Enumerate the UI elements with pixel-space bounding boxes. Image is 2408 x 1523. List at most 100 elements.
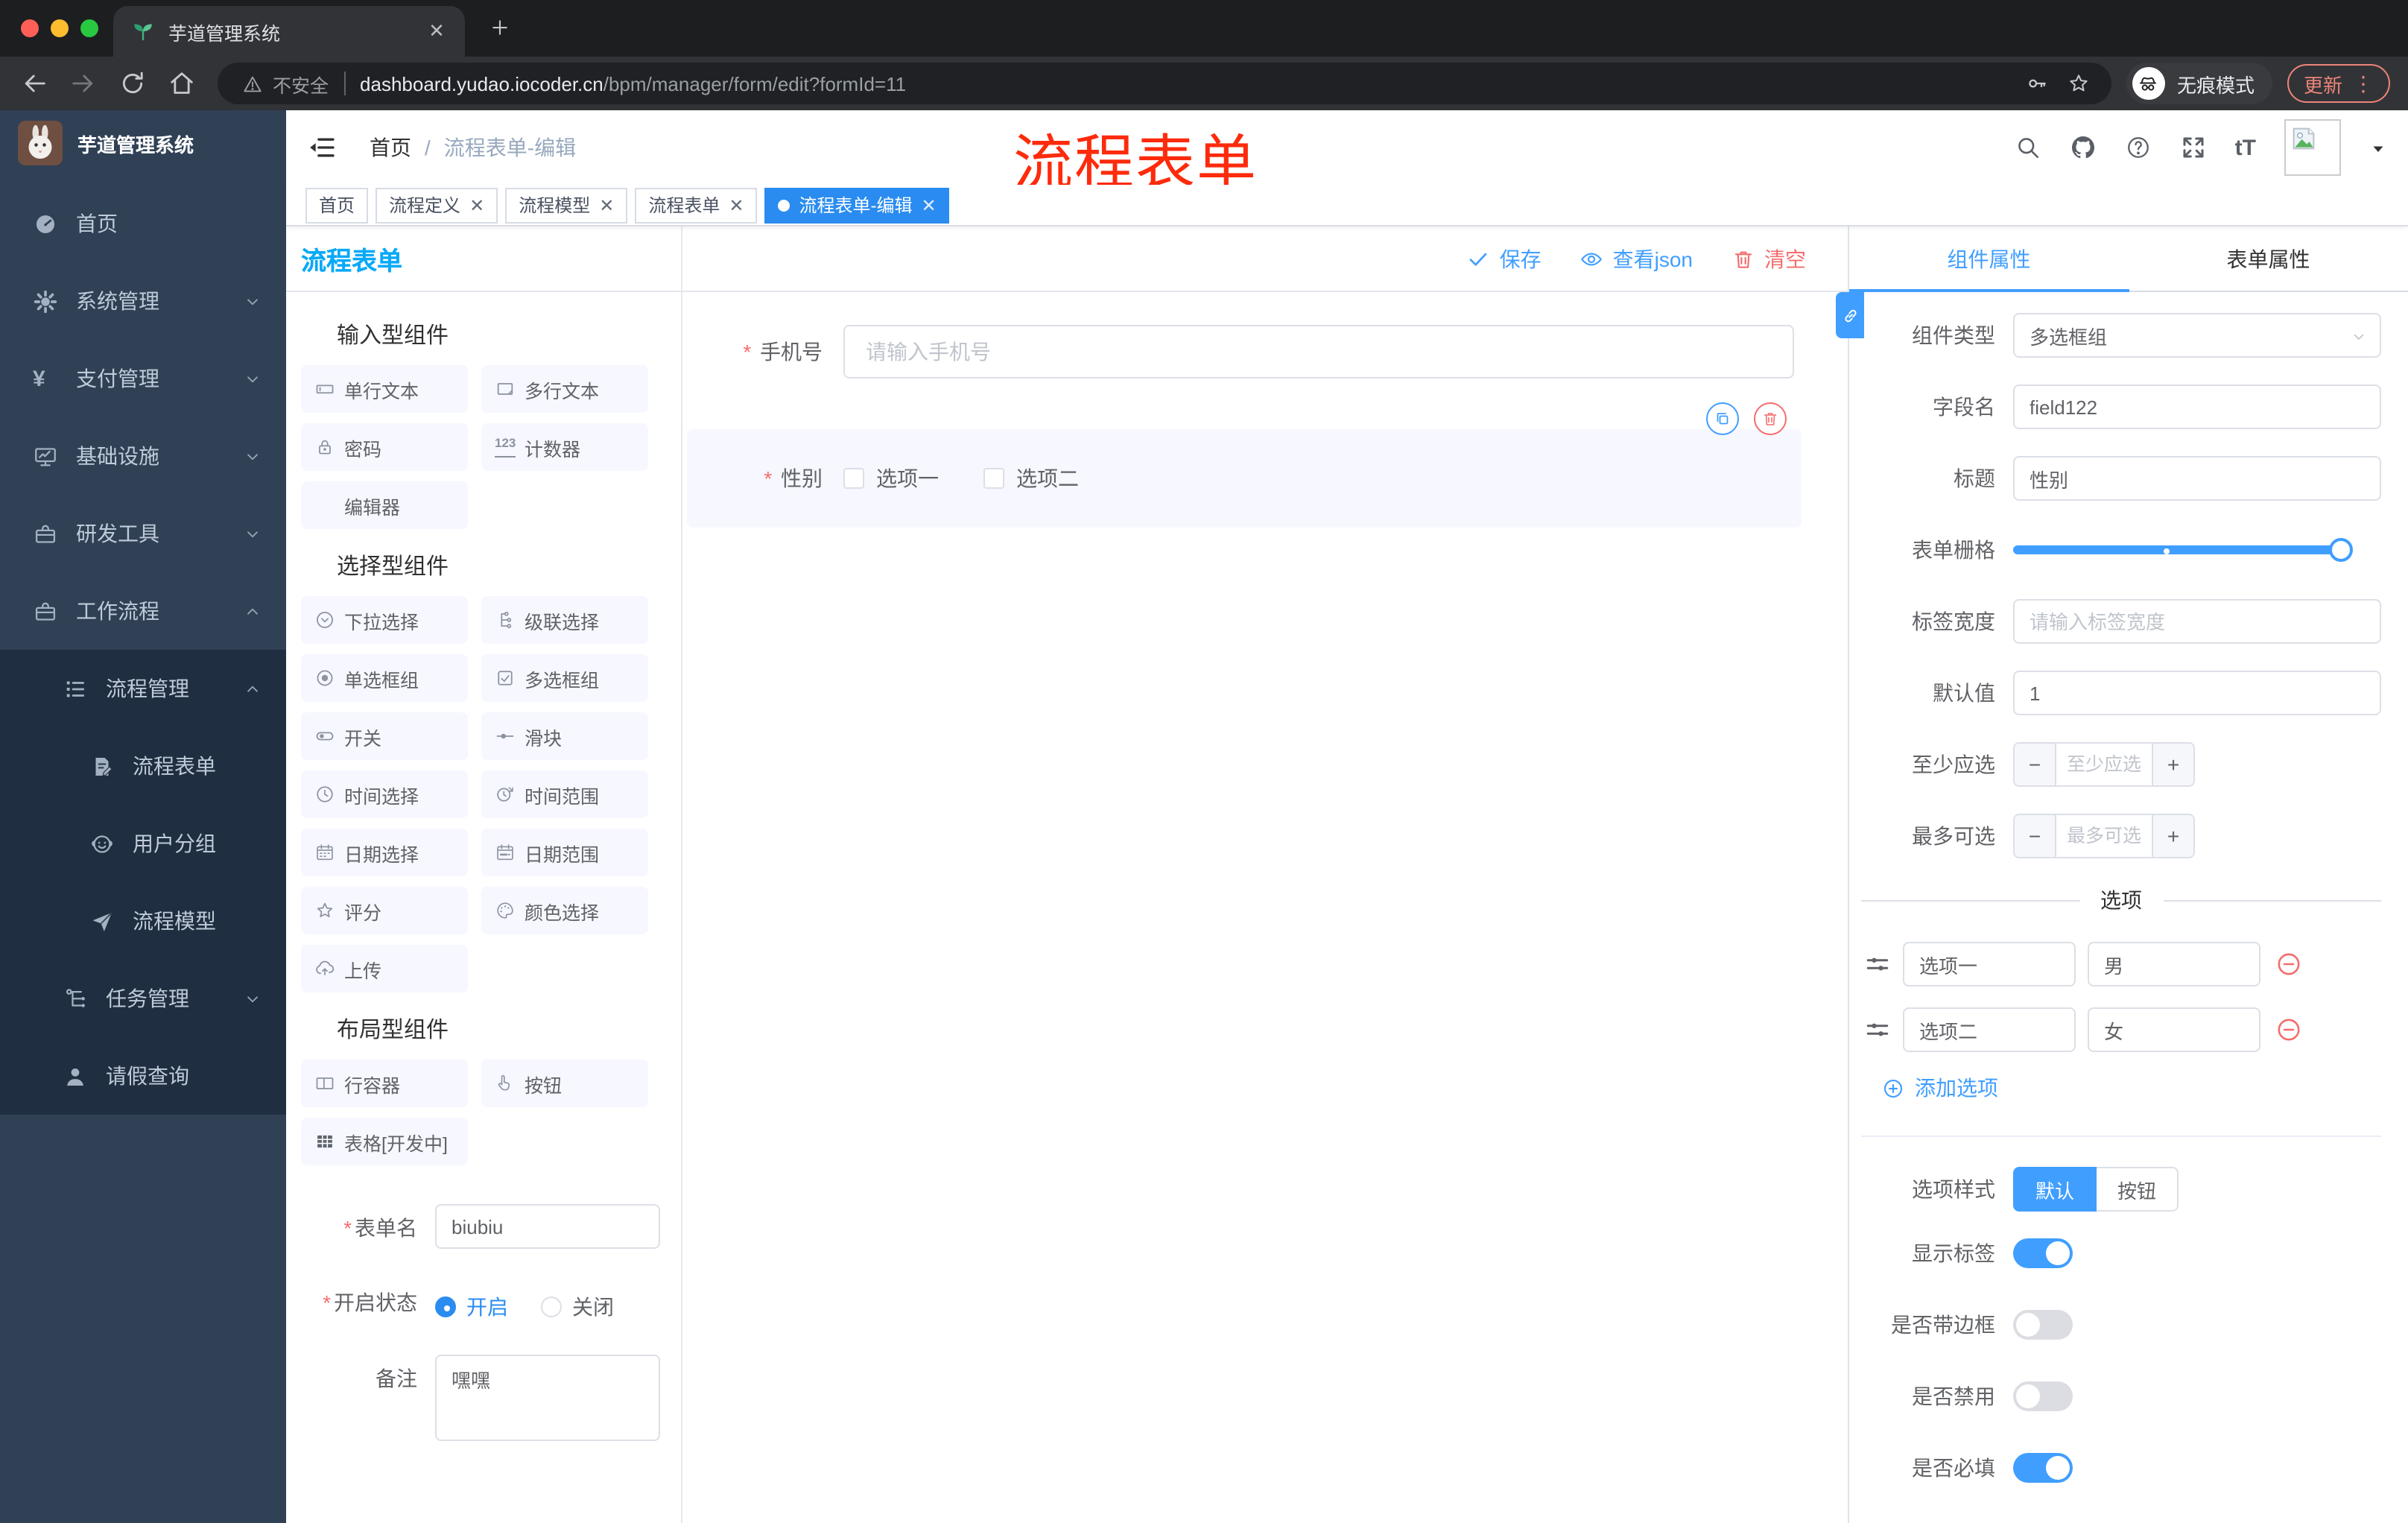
option-label-input[interactable]: [1903, 1007, 2076, 1052]
new-tab-button[interactable]: [480, 12, 519, 51]
back-icon[interactable]: [19, 69, 49, 98]
fullscreen-icon[interactable]: [2180, 134, 2207, 161]
minus-button[interactable]: −: [2015, 744, 2056, 785]
sidebar-item-home[interactable]: 首页: [0, 185, 286, 262]
sidebar-item-process-form[interactable]: 流程表单: [0, 727, 286, 805]
status-radio-开启[interactable]: 开启: [435, 1292, 508, 1322]
avatar[interactable]: [2284, 119, 2341, 176]
component-tile-多选框组[interactable]: 多选框组: [481, 654, 648, 702]
default-value-input[interactable]: [2013, 671, 2381, 715]
tag-流程表单[interactable]: 流程表单 ✕: [635, 187, 758, 223]
checkbox[interactable]: [843, 468, 864, 489]
sidebar-item-devtools[interactable]: 研发工具: [0, 495, 286, 572]
help-icon[interactable]: [2125, 134, 2152, 161]
sidebar-item-leave-query[interactable]: 请假查询: [0, 1037, 286, 1115]
component-tile-评分[interactable]: 评分: [301, 887, 468, 934]
status-radio-关闭[interactable]: 关闭: [541, 1292, 614, 1322]
component-tile-编辑器[interactable]: 编辑器: [301, 481, 468, 529]
form-grid-slider[interactable]: [2013, 528, 2353, 572]
component-tile-时间选择[interactable]: 时间选择: [301, 770, 468, 818]
url-bar[interactable]: 不安全 dashboard.yudao.iocoder.cn /bpm/mana…: [218, 63, 2111, 104]
window-controls[interactable]: [21, 19, 98, 37]
component-tile-多行文本[interactable]: 多行文本: [481, 365, 648, 413]
minus-button[interactable]: −: [2015, 815, 2056, 857]
style-button-按钮[interactable]: 按钮: [2097, 1167, 2179, 1212]
maximize-window-button[interactable]: [80, 19, 98, 37]
checkbox-option-选项一[interactable]: 选项一: [843, 463, 939, 493]
title-input[interactable]: [2013, 456, 2381, 501]
sidebar-item-payment[interactable]: ¥ 支付管理: [0, 340, 286, 417]
tab-表单属性[interactable]: 表单属性: [2129, 227, 2408, 291]
component-tile-密码[interactable]: 密码: [301, 423, 468, 471]
tag-close-icon[interactable]: ✕: [599, 194, 614, 215]
phone-input[interactable]: [843, 325, 1794, 379]
canvas-body[interactable]: * 手机号 * 性别 选项一 选项二: [682, 292, 1848, 1523]
save-button[interactable]: 保存: [1467, 244, 1542, 273]
form-remark-textarea[interactable]: 嘿嘿: [435, 1355, 660, 1441]
sidebar-item-process-mgmt[interactable]: 流程管理: [0, 650, 286, 727]
view-json-button[interactable]: 查看json: [1580, 244, 1693, 273]
checkbox[interactable]: [983, 468, 1004, 489]
component-tile-时间范围[interactable]: 时间范围: [481, 770, 648, 818]
gender-field-selected[interactable]: * 性别 选项一 选项二: [687, 402, 1802, 528]
sidebar-item-workflow[interactable]: 工作流程: [0, 572, 286, 650]
style-button-默认[interactable]: 默认: [2013, 1167, 2097, 1212]
min-select-input[interactable]: [2056, 744, 2152, 785]
component-tile-单行文本[interactable]: 单行文本: [301, 365, 468, 413]
component-tile-上传[interactable]: 上传: [301, 945, 468, 992]
tag-流程表单-编辑[interactable]: 流程表单-编辑 ✕: [764, 187, 950, 223]
component-tile-计数器[interactable]: 123 计数器: [481, 423, 648, 471]
component-tile-开关[interactable]: 开关: [301, 712, 468, 760]
tag-close-icon[interactable]: ✕: [469, 194, 484, 215]
option-label-input[interactable]: [1903, 942, 2076, 987]
required-toggle[interactable]: [2013, 1453, 2073, 1483]
github-icon[interactable]: [2070, 134, 2097, 161]
tag-流程定义[interactable]: 流程定义 ✕: [376, 187, 498, 223]
tab-close-icon[interactable]: ✕: [423, 19, 450, 43]
component-tile-按钮[interactable]: 按钮: [481, 1060, 648, 1107]
tag-close-icon[interactable]: ✕: [729, 194, 744, 215]
remove-option-icon[interactable]: [2275, 951, 2302, 978]
browser-tab[interactable]: 芋道管理系统 ✕: [113, 6, 465, 57]
plus-button[interactable]: +: [2152, 815, 2193, 857]
search-icon[interactable]: [2015, 134, 2041, 161]
bookmark-star-icon[interactable]: [2067, 72, 2091, 95]
close-window-button[interactable]: [21, 19, 39, 37]
component-tile-单选框组[interactable]: 单选框组: [301, 654, 468, 702]
breadcrumb-home[interactable]: 首页: [370, 133, 411, 162]
form-name-input[interactable]: [435, 1204, 660, 1249]
show-label-toggle[interactable]: [2013, 1238, 2073, 1268]
component-tile-日期范围[interactable]: 日期范围: [481, 829, 648, 876]
reload-icon[interactable]: [118, 69, 148, 98]
component-type-select[interactable]: [2013, 313, 2381, 358]
slider-handle[interactable]: [2329, 538, 2353, 562]
label-width-input[interactable]: [2013, 599, 2381, 644]
add-option-button[interactable]: 添加选项: [1882, 1073, 2381, 1103]
delete-component-button[interactable]: [1754, 402, 1787, 435]
option-value-input[interactable]: [2088, 1007, 2260, 1052]
sidebar-item-task-mgmt[interactable]: 任务管理: [0, 960, 286, 1037]
update-button[interactable]: 更新 ⋮: [2287, 64, 2390, 103]
font-size-icon[interactable]: tT: [2235, 135, 2256, 160]
browser-menu-icon[interactable]: ⋮: [2353, 71, 2374, 96]
component-tile-日期选择[interactable]: 日期选择: [301, 829, 468, 876]
option-value-input[interactable]: [2088, 942, 2260, 987]
key-icon[interactable]: [2025, 72, 2049, 95]
max-select-input[interactable]: [2056, 815, 2152, 857]
component-tile-表格[开发中][interactable]: 表格[开发中]: [301, 1118, 468, 1165]
tab-组件属性[interactable]: 组件属性: [1849, 227, 2129, 292]
link-tab-button[interactable]: [1836, 292, 1864, 338]
plus-button[interactable]: +: [2152, 744, 2193, 785]
component-tile-级联选择[interactable]: 级联选择: [481, 596, 648, 644]
sidebar-item-system[interactable]: 系统管理: [0, 262, 286, 340]
sidebar-item-process-model[interactable]: 流程模型: [0, 882, 286, 960]
component-tile-行容器[interactable]: 行容器: [301, 1060, 468, 1107]
with-border-toggle[interactable]: [2013, 1310, 2073, 1340]
remove-option-icon[interactable]: [2275, 1016, 2302, 1043]
tag-流程模型[interactable]: 流程模型 ✕: [505, 187, 628, 223]
phone-field-row[interactable]: * 手机号: [682, 325, 1848, 379]
component-tile-下拉选择[interactable]: 下拉选择: [301, 596, 468, 644]
minimize-window-button[interactable]: [51, 19, 69, 37]
sidebar-item-infrastructure[interactable]: 基础设施: [0, 417, 286, 495]
field-name-input[interactable]: [2013, 384, 2381, 429]
